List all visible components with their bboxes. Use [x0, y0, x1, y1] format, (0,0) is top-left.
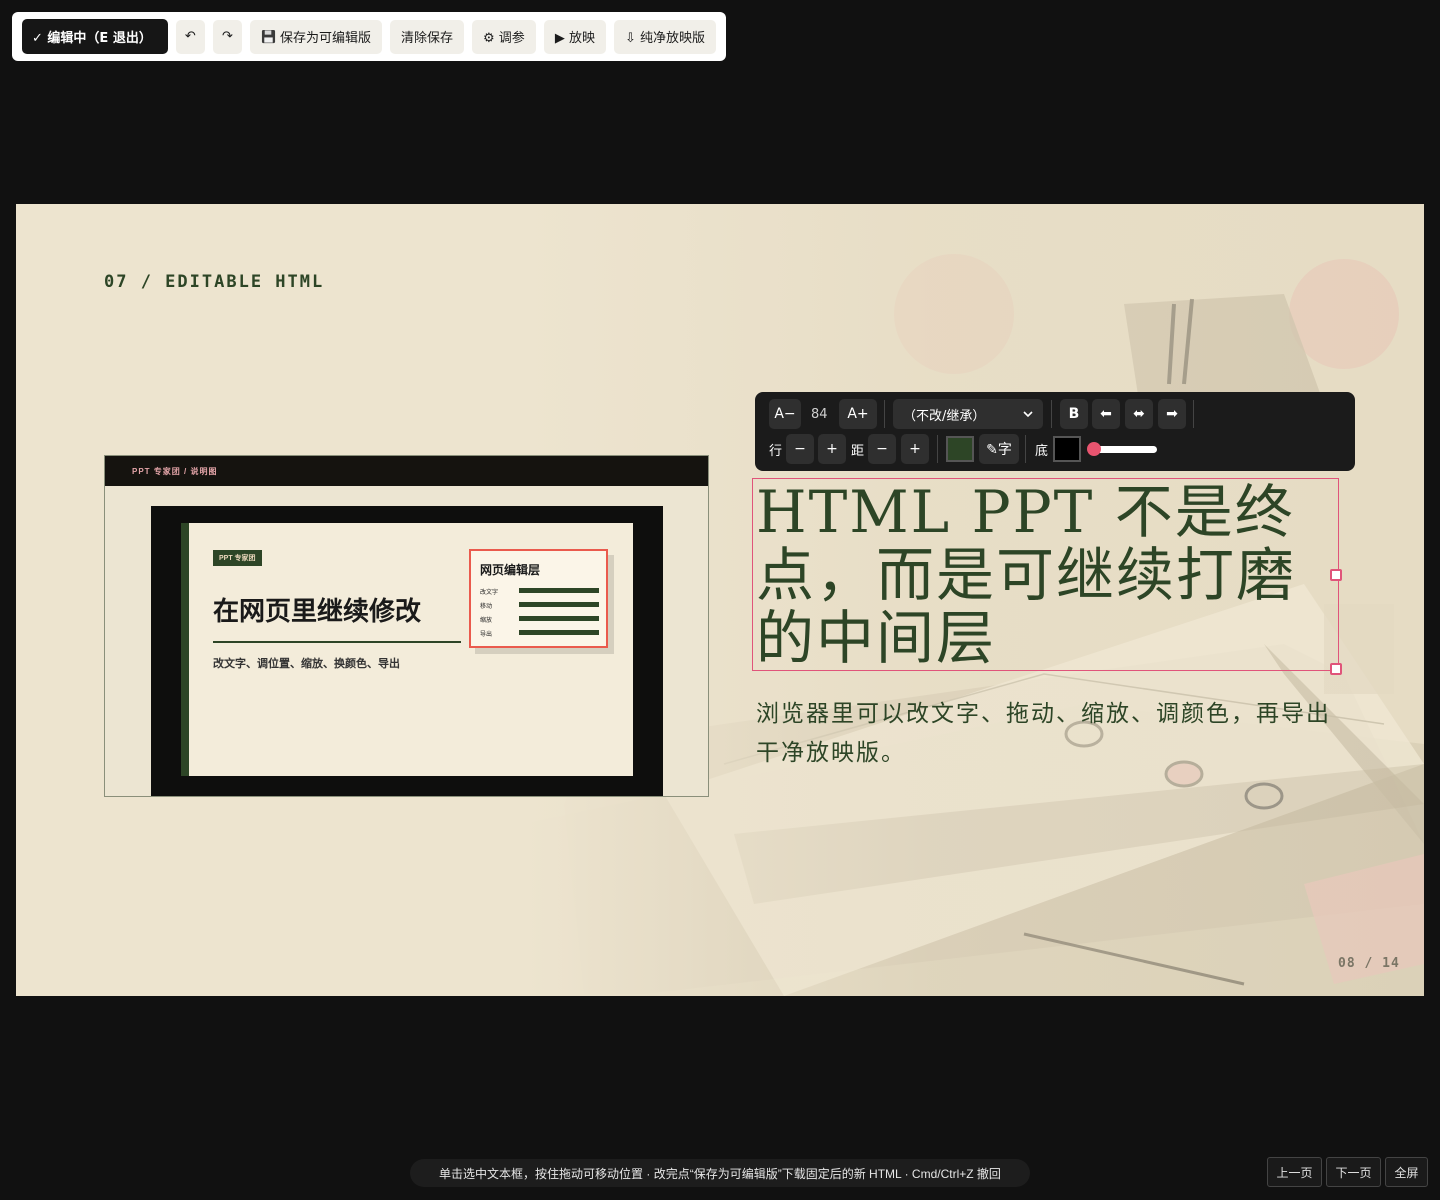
preview-panel: 网页编辑层 改文字 移动 缩放 导出 [469, 549, 608, 648]
font-family-select[interactable]: （不改/继承） [893, 399, 1043, 429]
toolbar-separator [937, 435, 938, 463]
editor-toolbar: ✓ 编辑中（E 退出） ↶ ↷ 保存为可编辑版 清除保存 ⚙ 调参 ▶ 放映 ⇩… [12, 12, 726, 61]
next-page-button[interactable]: 下一页 [1326, 1157, 1381, 1187]
resize-handle-right[interactable] [1330, 569, 1342, 581]
toolbar-separator [1025, 435, 1026, 463]
text-format-toolbar: A− 84 A+ （不改/继承） B ⬅ ⬌ ➡ 行 − + 距 − + ✎字 … [755, 392, 1355, 471]
preview-screen: PPT 专家团 在网页里继续修改 改文字、调位置、缩放、换颜色、导出 网页编辑层… [181, 523, 633, 776]
preview-panel-bar [519, 602, 599, 607]
save-editable-label: 保存为可编辑版 [279, 31, 371, 46]
floppy-disk-icon [261, 29, 276, 44]
preview-monitor: PPT 专家团 在网页里继续修改 改文字、调位置、缩放、换颜色、导出 网页编辑层… [151, 506, 663, 796]
preview-image: PPT 专家团 / 说明图 PPT 专家团 在网页里继续修改 改文字、调位置、缩… [104, 455, 709, 797]
align-left-button[interactable]: ⬅ [1092, 399, 1120, 429]
font-larger-button[interactable]: A+ [839, 399, 877, 429]
edit-mode-button[interactable]: ✓ 编辑中（E 退出） [22, 19, 168, 54]
selection-box [752, 478, 1339, 671]
letter-spacing-label: 距 [851, 443, 865, 459]
page-number: 08 / 14 [1338, 956, 1400, 971]
background-label: 底 [1035, 443, 1049, 459]
preview-panel-row: 移动 [480, 604, 493, 610]
toolbar-separator [1051, 400, 1052, 428]
help-hint: 单击选中文本框，按住拖动可移动位置 · 改完点“保存为可编辑版”下载固定后的新 … [410, 1159, 1030, 1187]
preview-tag: PPT 专家团 [213, 550, 262, 566]
preview-panel-bar [519, 630, 599, 635]
preview-panel-bar [519, 616, 599, 621]
font-smaller-button[interactable]: A− [769, 399, 801, 429]
align-right-button[interactable]: ➡ [1158, 399, 1186, 429]
text-color-swatch[interactable] [946, 436, 974, 462]
preview-panel-row: 导出 [480, 632, 493, 638]
preview-stripe [181, 523, 189, 776]
toolbar-separator [884, 400, 885, 428]
subline-text[interactable]: 浏览器里可以改文字、拖动、缩放、调颜色，再导出干净放映版。 [756, 695, 1346, 773]
letter-spacing-plus-button[interactable]: + [901, 434, 929, 464]
line-height-label: 行 [769, 443, 783, 459]
font-family-value: （不改/继承） [903, 408, 986, 424]
prev-page-button[interactable]: 上一页 [1267, 1157, 1322, 1187]
background-color-swatch[interactable] [1053, 436, 1081, 462]
font-size-value: 84 [811, 406, 828, 422]
toolbar-separator [1193, 400, 1194, 428]
preview-subtitle: 改文字、调位置、缩放、换颜色、导出 [213, 658, 400, 670]
bold-button[interactable]: B [1060, 399, 1088, 429]
line-height-minus-button[interactable]: − [786, 434, 814, 464]
preview-panel-row: 改文字 [480, 590, 499, 596]
preview-panel-bar [519, 588, 599, 593]
undo-button[interactable]: ↶ [175, 19, 205, 54]
tune-button[interactable]: ⚙ 调参 [472, 19, 536, 54]
resize-handle-corner[interactable] [1330, 663, 1342, 675]
save-editable-button[interactable]: 保存为可编辑版 [249, 19, 382, 54]
letter-spacing-minus-button[interactable]: − [868, 434, 896, 464]
text-color-button[interactable]: ✎字 [979, 434, 1019, 464]
redo-button[interactable]: ↷ [212, 19, 242, 54]
preview-panel-title: 网页编辑层 [480, 563, 541, 577]
align-center-button[interactable]: ⬌ [1125, 399, 1153, 429]
preview-title: 在网页里继续修改 [213, 597, 422, 627]
fullscreen-button[interactable]: 全屏 [1385, 1157, 1428, 1187]
preview-top-label: PPT 专家团 / 说明图 [105, 456, 708, 486]
line-height-plus-button[interactable]: + [818, 434, 846, 464]
preview-rule [213, 641, 461, 643]
play-button[interactable]: ▶ 放映 [543, 19, 606, 54]
clear-save-button[interactable]: 清除保存 [390, 19, 465, 54]
preview-panel-row: 缩放 [480, 618, 493, 624]
slider-knob[interactable] [1087, 442, 1101, 456]
section-label: 07 / EDITABLE HTML [104, 272, 325, 292]
export-clean-button[interactable]: ⇩ 纯净放映版 [613, 19, 716, 54]
chevron-down-icon [1023, 411, 1033, 418]
